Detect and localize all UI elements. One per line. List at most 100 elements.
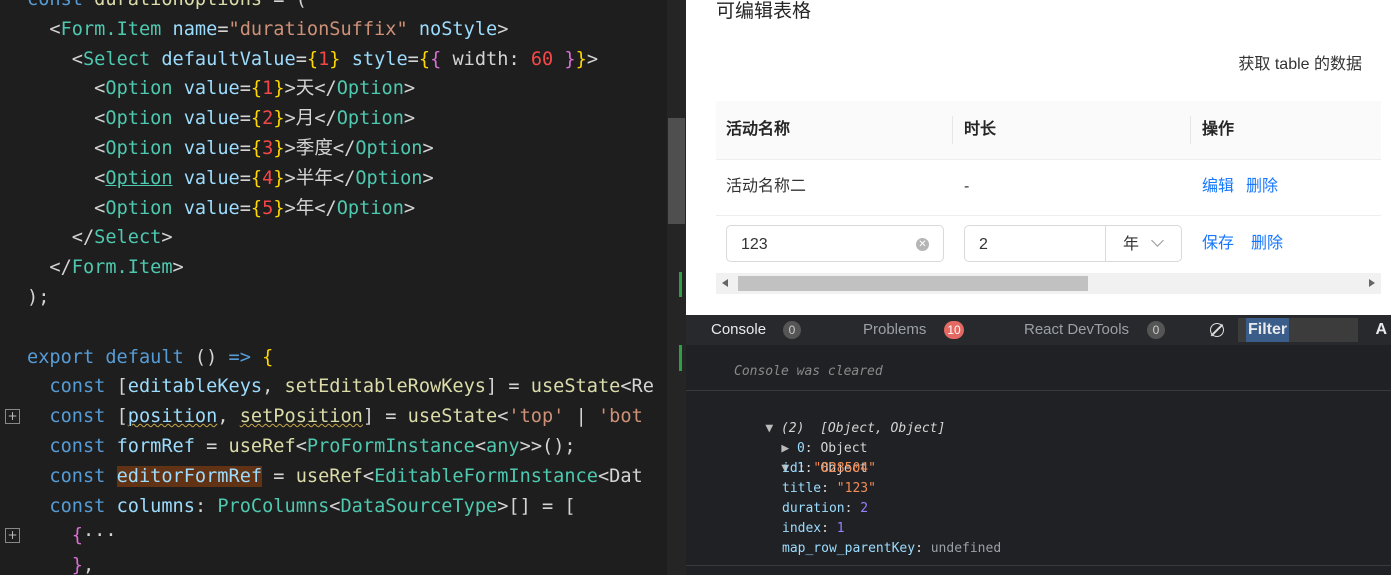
delete-link[interactable]: 删除 <box>1251 216 1283 272</box>
save-link[interactable]: 保存 <box>1202 216 1234 272</box>
field-value: "123" <box>836 481 876 496</box>
code-token: < <box>474 436 487 457</box>
code-token: , <box>82 555 95 575</box>
code-token: 'top' <box>508 406 565 428</box>
code-line: const formRef = useRef<ProFormInstance<a… <box>27 432 576 462</box>
scroll-right-icon[interactable] <box>1369 279 1375 287</box>
code-token: Select <box>82 48 151 70</box>
table-row-editing: 123 ✕ 2 年 保存 删除 <box>716 216 1381 272</box>
code-token: = <box>239 167 251 189</box>
editor-scrollbar-track[interactable] <box>667 0 686 575</box>
duration-input-value: 2 <box>979 236 988 253</box>
table-horizontal-scrollbar[interactable] <box>716 273 1381 294</box>
fold-expand-icon[interactable]: + <box>5 528 20 543</box>
clear-icon[interactable]: ✕ <box>916 238 929 251</box>
code-token: { <box>250 138 263 159</box>
clear-console-icon[interactable] <box>1210 323 1224 337</box>
code-token: 3 <box>262 138 274 159</box>
console-count-badge: 0 <box>783 321 801 339</box>
code-token: } <box>273 197 285 219</box>
code-token: } <box>553 48 576 70</box>
tab-console[interactable]: Console <box>711 315 766 345</box>
code-token: <Re <box>620 376 654 398</box>
column-divider <box>1190 116 1191 144</box>
code-token: useRef <box>228 436 296 457</box>
code-token: } <box>273 108 285 130</box>
editor-scrollbar-thumb[interactable] <box>668 118 685 224</box>
column-header-duration: 时长 <box>964 121 997 138</box>
code-token: 60 <box>530 48 554 70</box>
field-value: undefined <box>930 541 1002 556</box>
code-token: durationOptions <box>94 0 262 10</box>
code-token: [ <box>116 406 128 428</box>
field-value: 2 <box>860 501 869 516</box>
fold-expand-icon[interactable]: + <box>5 409 20 424</box>
code-token: formRef <box>116 436 195 457</box>
scrollbar-thumb[interactable] <box>738 276 1088 291</box>
name-input-value: 123 <box>741 236 768 253</box>
code-editor[interactable]: const durationOptions = ( <Form.Item nam… <box>0 0 686 575</box>
code-token: 2 <box>262 108 274 130</box>
filter-input[interactable]: Filter <box>1238 318 1358 342</box>
code-line: </Select> <box>27 223 173 253</box>
code-token: 4 <box>262 167 274 189</box>
code-token: , <box>217 406 240 428</box>
console-divider <box>686 565 1391 566</box>
more-tabs-button[interactable]: A <box>1375 315 1387 345</box>
code-token: < <box>94 197 106 219</box>
code-token: [ <box>116 376 128 398</box>
code-token: { <box>250 197 263 219</box>
duration-suffix-select[interactable]: 年 <box>1123 226 1139 263</box>
code-token: editableKeys <box>127 376 263 398</box>
code-token: = <box>239 138 251 159</box>
code-token: } <box>273 138 285 159</box>
console-divider <box>686 390 1391 391</box>
code-token: noStyle <box>407 18 498 40</box>
code-token: = <box>217 18 229 40</box>
chevron-down-icon[interactable] <box>1151 234 1164 247</box>
code-token: const <box>49 406 117 428</box>
code-token: { <box>250 346 274 368</box>
code-token: value <box>172 197 240 219</box>
input-addon-divider <box>1105 226 1106 261</box>
code-token: = <box>239 197 251 219</box>
edit-link[interactable]: 编辑 <box>1202 159 1234 215</box>
tab-react-devtools[interactable]: React DevTools <box>1024 315 1129 345</box>
code-token: < <box>94 78 106 100</box>
delete-link[interactable]: 删除 <box>1246 159 1278 215</box>
code-token: >>(); <box>519 436 576 457</box>
git-change-marker <box>679 345 682 371</box>
code-token: Select <box>94 227 162 249</box>
devtools-tab-bar: Console 0 Problems 10 React DevTools 0 F… <box>686 315 1391 345</box>
code-token: width: <box>441 48 531 70</box>
code-token: DataSourceType <box>340 495 498 517</box>
code-token: </ <box>71 227 95 249</box>
get-table-data-button[interactable]: 获取 table 的数据 <box>1238 50 1362 74</box>
field-key: title <box>782 481 822 496</box>
code-token: ProColumns <box>217 495 330 517</box>
code-token: > <box>422 138 434 159</box>
code-token: > <box>172 257 184 279</box>
cell-name: 活动名称二 <box>726 178 807 195</box>
code-token: > <box>422 167 434 189</box>
code-token: value <box>172 78 240 100</box>
code-token: < <box>49 18 61 40</box>
code-token: { <box>306 48 319 70</box>
code-token: = <box>295 48 307 70</box>
field-value: "828504" <box>813 461 876 476</box>
code-token: 1 <box>318 48 330 70</box>
code-token: { <box>430 48 442 70</box>
code-token: ); <box>27 287 50 308</box>
code-token: = <box>407 48 419 70</box>
name-input[interactable]: 123 ✕ <box>726 225 944 262</box>
duration-input[interactable]: 2 年 <box>964 225 1182 262</box>
code-token: , <box>262 376 285 398</box>
code-token: { <box>250 78 263 100</box>
tab-problems[interactable]: Problems <box>863 315 926 345</box>
code-token: < <box>71 48 83 70</box>
code-token: Form.Item <box>60 18 162 40</box>
code-line: <Option value={1}>天</Option> <box>27 74 415 104</box>
console-field: title: "123" <box>782 481 876 496</box>
code-token: => <box>228 346 251 368</box>
scroll-left-icon[interactable] <box>722 279 728 287</box>
